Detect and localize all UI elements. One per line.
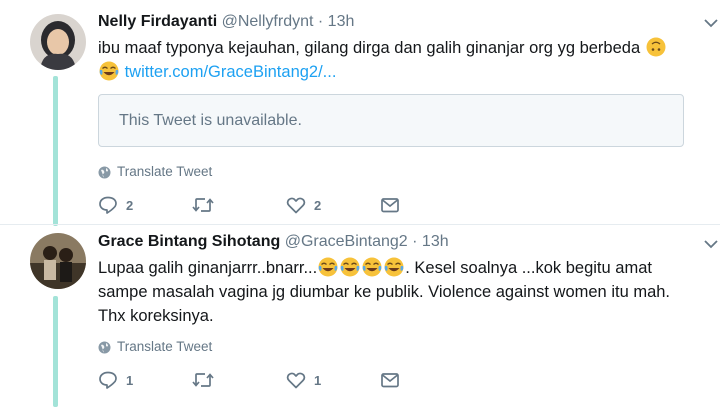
- heart-icon: [286, 197, 306, 214]
- chevron-down-icon[interactable]: [702, 235, 720, 253]
- display-name[interactable]: Grace Bintang Sihotang: [98, 233, 280, 250]
- face-with-tears-of-joy-icon: [384, 257, 404, 277]
- reply-count: 2: [126, 197, 134, 213]
- display-name[interactable]: Nelly Firdayanti: [98, 13, 217, 30]
- retweet-icon: [192, 198, 214, 212]
- reply-icon: [99, 196, 117, 214]
- envelope-icon: [381, 373, 399, 388]
- tweet-actions: 1 1: [98, 370, 684, 390]
- like-count: 2: [314, 197, 322, 213]
- like-count: 1: [314, 372, 322, 388]
- timestamp[interactable]: 13h: [328, 13, 355, 30]
- tweet-header: Grace Bintang Sihotang @GraceBintang2 · …: [98, 232, 684, 252]
- user-handle[interactable]: @Nellyfrdynt: [222, 13, 314, 30]
- tweet-text-part: Lupaa galih ginanjarrr..bnarr...: [98, 259, 318, 277]
- tweet-header: Nelly Firdayanti @Nellyfrdynt · 13h: [98, 12, 684, 32]
- separator: ·: [412, 233, 418, 250]
- face-with-tears-of-joy-icon: [318, 257, 338, 277]
- face-with-tears-of-joy-icon: [99, 61, 119, 81]
- tweet-text: Lupaa galih ginanjarrr..bnarr.... Kesel …: [98, 256, 684, 328]
- upside-down-face-icon: [646, 37, 666, 57]
- chevron-down-icon[interactable]: [702, 14, 720, 32]
- tweet[interactable]: Nelly Firdayanti @Nellyfrdynt · 13h ibu …: [0, 0, 720, 224]
- direct-message-button[interactable]: [380, 370, 474, 390]
- separator: ·: [317, 13, 324, 30]
- translate-tweet-link[interactable]: Translate Tweet: [98, 163, 684, 181]
- quoted-tweet-unavailable: This Tweet is unavailable.: [98, 94, 684, 147]
- translate-tweet-link[interactable]: Translate Tweet: [98, 338, 684, 356]
- retweet-button[interactable]: [192, 195, 286, 215]
- globe-icon: [98, 166, 111, 178]
- tweet[interactable]: Grace Bintang Sihotang @GraceBintang2 · …: [0, 224, 720, 407]
- quote-text: This Tweet is unavailable.: [119, 112, 302, 129]
- avatar[interactable]: [30, 14, 86, 70]
- tweet-actions: 2 2: [98, 195, 684, 215]
- face-with-tears-of-joy-icon: [362, 257, 382, 277]
- tweet-text-body: ibu maaf typonya kejauhan, gilang dirga …: [98, 39, 641, 57]
- tweet-link[interactable]: twitter.com/GraceBintang2/...: [125, 63, 337, 81]
- reply-button[interactable]: 2: [98, 195, 192, 215]
- translate-label: Translate Tweet: [117, 164, 213, 179]
- reply-icon: [99, 371, 117, 389]
- envelope-icon: [381, 198, 399, 213]
- reply-button[interactable]: 1: [98, 370, 192, 390]
- direct-message-button[interactable]: [380, 195, 474, 215]
- tweet-text: ibu maaf typonya kejauhan, gilang dirga …: [98, 36, 684, 84]
- translate-label: Translate Tweet: [117, 339, 213, 354]
- like-button[interactable]: 1: [286, 370, 380, 390]
- retweet-button[interactable]: [192, 370, 286, 390]
- user-handle[interactable]: @GraceBintang2: [285, 233, 408, 250]
- globe-icon: [98, 341, 111, 353]
- heart-icon: [286, 372, 306, 389]
- avatar[interactable]: [30, 233, 86, 289]
- retweet-icon: [192, 373, 214, 387]
- face-with-tears-of-joy-icon: [340, 257, 360, 277]
- timestamp[interactable]: 13h: [422, 233, 449, 250]
- reply-count: 1: [126, 372, 134, 388]
- like-button[interactable]: 2: [286, 195, 380, 215]
